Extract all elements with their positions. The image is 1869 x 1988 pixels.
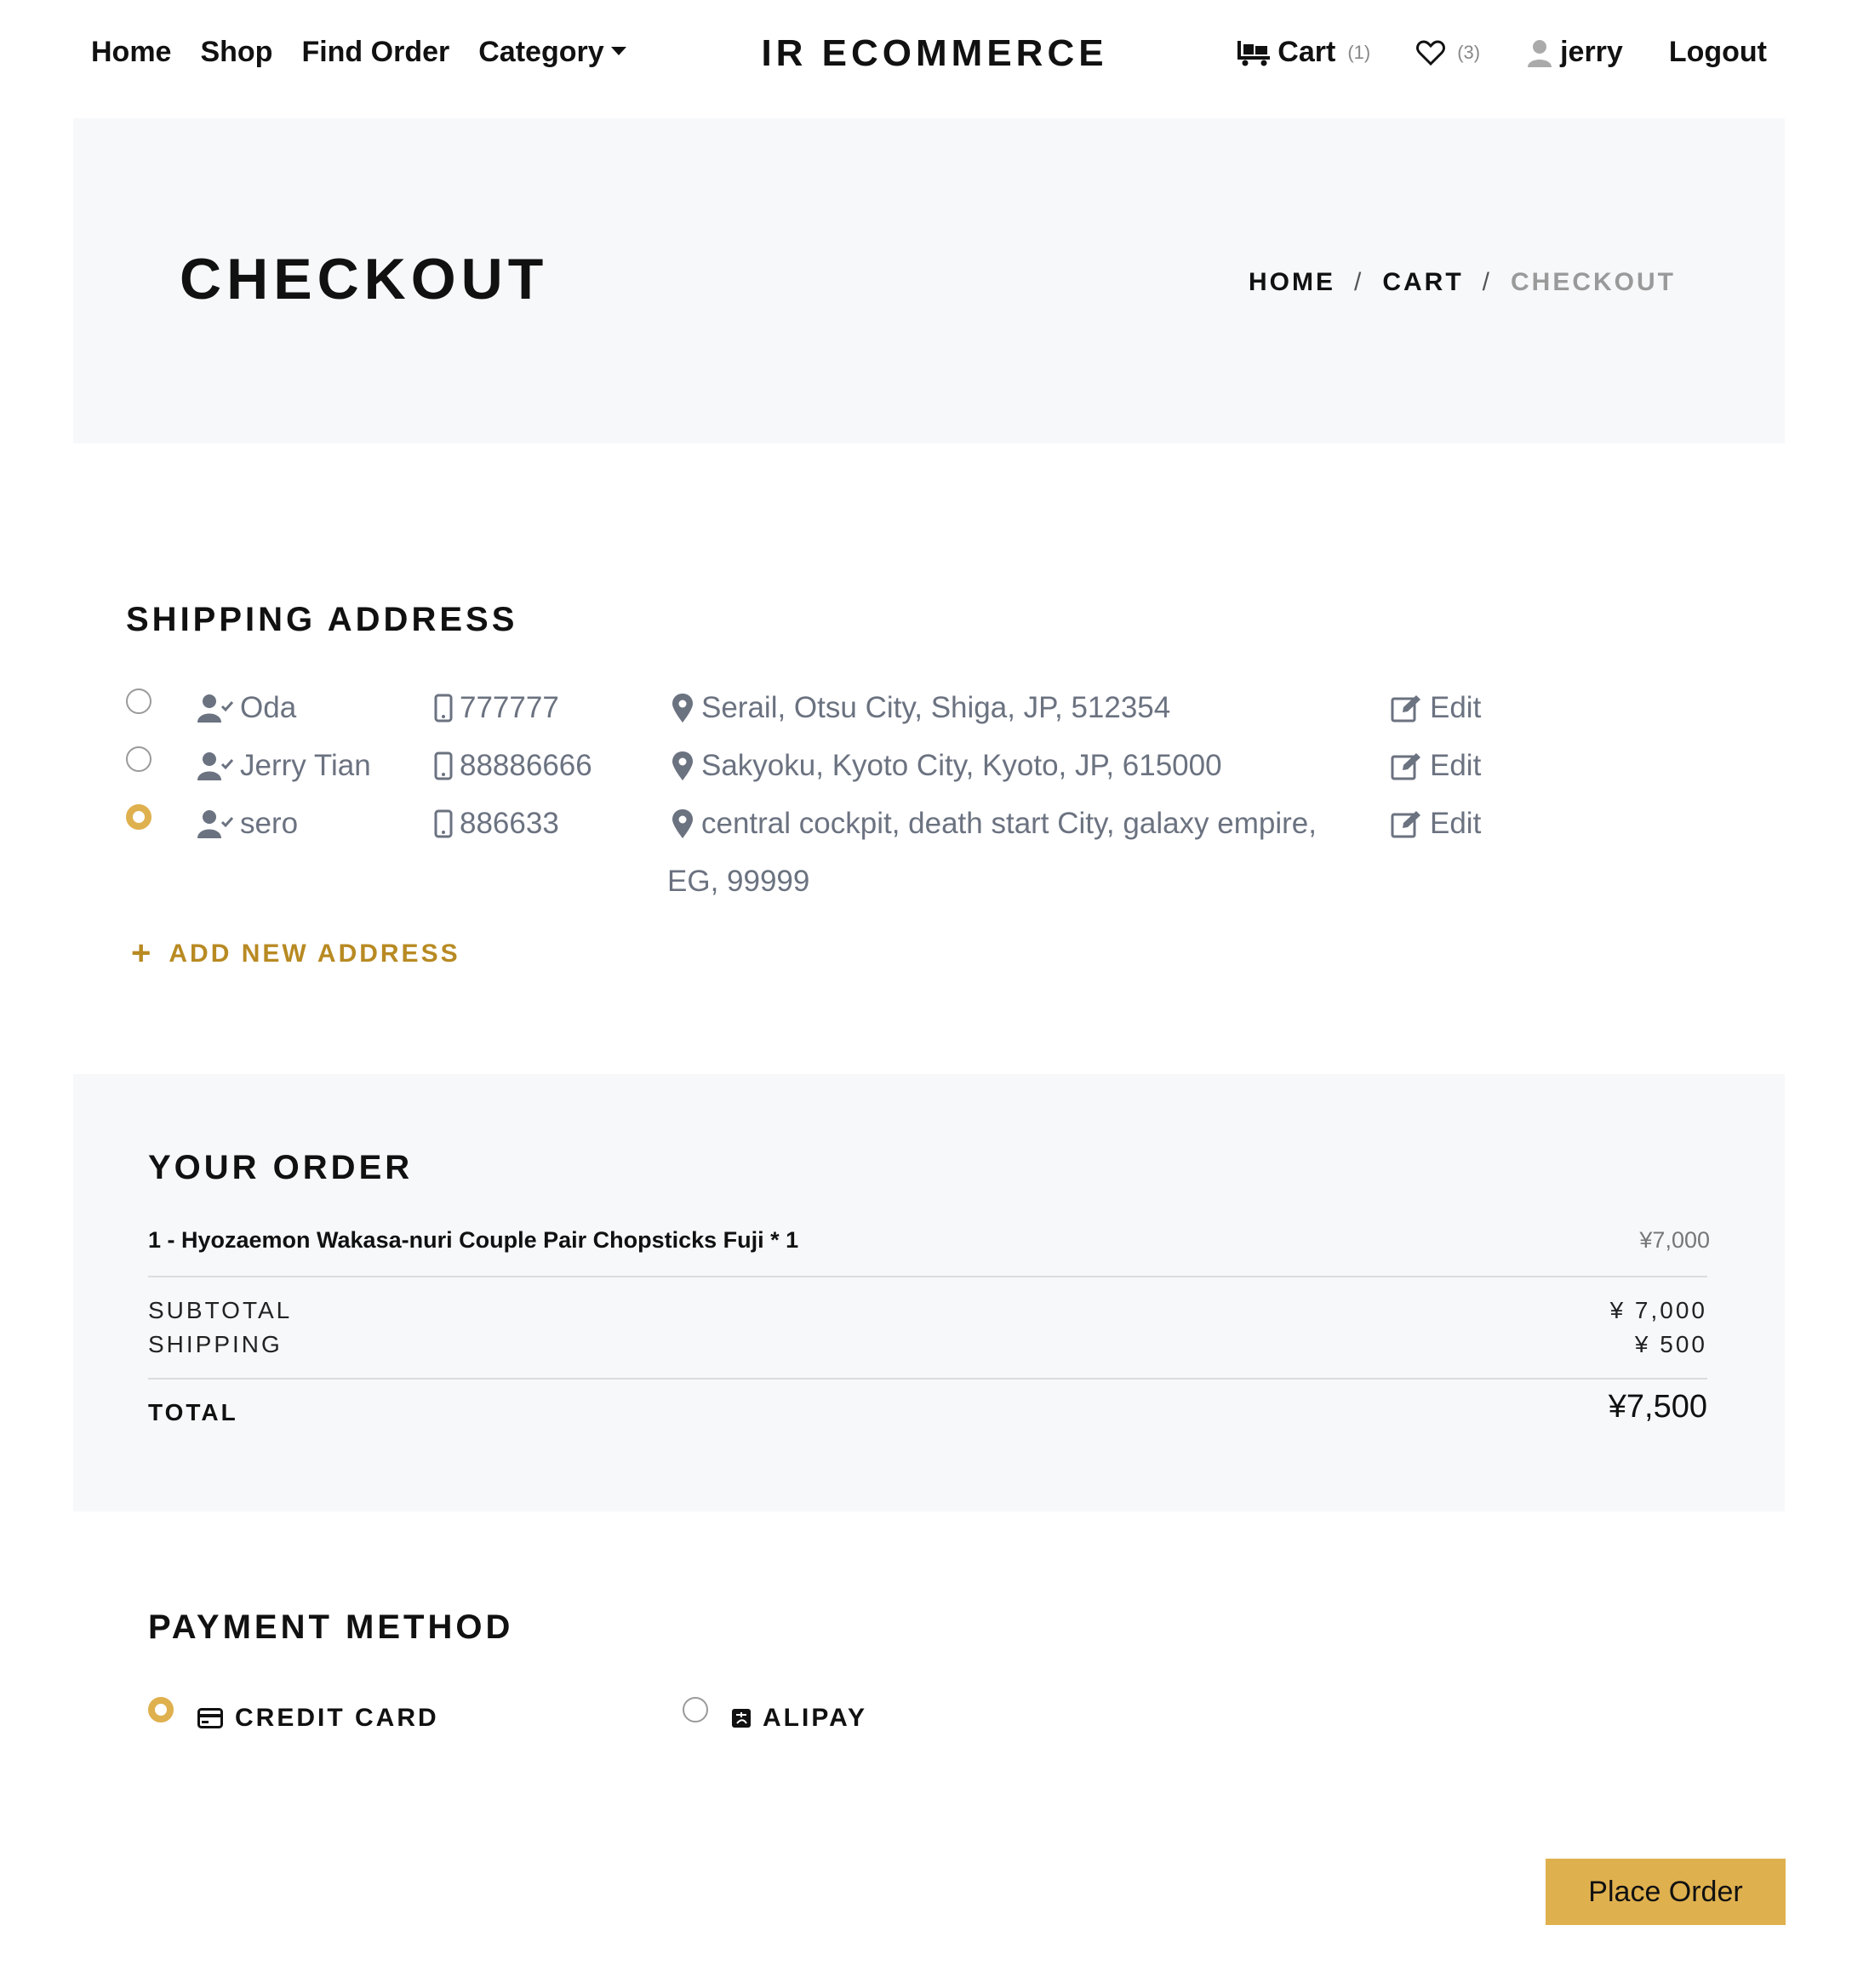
shipping-address-title: SHIPPING ADDRESS xyxy=(126,601,518,638)
address-text: Serail, Otsu City, Shiga, JP, 512354 xyxy=(701,691,1171,724)
page-header: CHECKOUT HOME / CART / CHECKOUT xyxy=(73,118,1785,443)
order-item: 1 - Hyozaemon Wakasa-nuri Couple Pair Ch… xyxy=(148,1227,1710,1254)
address-name: Jerry Tian xyxy=(240,749,371,782)
map-marker-icon xyxy=(672,809,693,838)
address-radio-selected[interactable] xyxy=(126,804,151,830)
user-check-icon xyxy=(197,694,233,723)
cart-count: (1) xyxy=(1347,41,1371,63)
payment-radio-selected[interactable] xyxy=(148,1697,174,1722)
address-text-continued: EG, 99999 xyxy=(667,865,810,898)
edit-label: Edit xyxy=(1430,749,1482,782)
map-marker-icon xyxy=(672,694,693,723)
wishlist-link[interactable]: (3) xyxy=(1416,39,1481,66)
address-name: sero xyxy=(240,807,299,840)
payment-radio[interactable] xyxy=(683,1697,708,1722)
breadcrumb-current: CHECKOUT xyxy=(1511,268,1676,296)
edit-label: Edit xyxy=(1430,807,1482,840)
total-value: ¥7,500 xyxy=(1608,1389,1707,1425)
address-name: Oda xyxy=(240,691,297,724)
edit-label: Edit xyxy=(1430,691,1482,724)
user-menu: Cart (1) (3) jerry Logout xyxy=(1237,36,1767,69)
subtotal-value: ¥ 7,000 xyxy=(1609,1297,1707,1323)
logout-link[interactable]: Logout xyxy=(1669,36,1767,69)
your-order-title: YOUR ORDER xyxy=(148,1149,414,1186)
total-row: TOTAL ¥7,500 xyxy=(148,1389,1707,1426)
payment-option-alipay[interactable]: ALIPAY xyxy=(683,1697,868,1733)
wishlist-count: (3) xyxy=(1457,41,1481,63)
mobile-phone-icon xyxy=(434,694,453,723)
breadcrumb-separator: / xyxy=(1482,268,1492,296)
heart-icon xyxy=(1416,39,1446,66)
alipay-icon xyxy=(732,1709,751,1728)
subtotal-label: SUBTOTAL xyxy=(148,1297,293,1323)
address-text: central cockpit, death start City, galax… xyxy=(701,807,1317,840)
cart-label: Cart xyxy=(1277,36,1336,68)
breadcrumb-separator: / xyxy=(1353,268,1364,296)
top-navbar: Home Shop Find Order Category IR ECOMMER… xyxy=(0,0,1869,111)
edit-address-button[interactable]: Edit xyxy=(1391,807,1481,841)
breadcrumb: HOME / CART / CHECKOUT xyxy=(1249,268,1676,297)
mobile-phone-icon xyxy=(434,751,453,780)
username: jerry xyxy=(1560,36,1623,68)
cart-link[interactable]: Cart (1) xyxy=(1237,36,1370,69)
address-phone: 88886666 xyxy=(460,749,592,782)
map-marker-icon xyxy=(672,751,693,780)
user-check-icon xyxy=(197,810,233,838)
order-summary: YOUR ORDER 1 - Hyozaemon Wakasa-nuri Cou… xyxy=(73,1074,1785,1511)
credit-card-icon xyxy=(197,1708,223,1728)
edit-address-button[interactable]: Edit xyxy=(1391,691,1481,725)
address-phone: 777777 xyxy=(460,691,559,724)
add-new-address-label: ADD NEW ADDRESS xyxy=(169,939,460,968)
payment-option-credit-card[interactable]: CREDIT CARD xyxy=(148,1697,439,1733)
edit-icon xyxy=(1391,695,1420,723)
edit-icon xyxy=(1391,753,1420,780)
total-label: TOTAL xyxy=(148,1399,238,1425)
mobile-phone-icon xyxy=(434,809,453,838)
order-item-name: 1 - Hyozaemon Wakasa-nuri Couple Pair Ch… xyxy=(148,1227,799,1253)
address-phone: 886633 xyxy=(460,807,559,840)
divider xyxy=(148,1276,1707,1277)
cart-icon xyxy=(1237,40,1271,66)
plus-icon: + xyxy=(131,934,154,972)
payment-method-title: PAYMENT METHOD xyxy=(148,1608,514,1646)
user-icon xyxy=(1528,39,1552,67)
account-link[interactable]: jerry xyxy=(1526,36,1623,69)
subtotal-row: SUBTOTAL ¥ 7,000 xyxy=(148,1297,1707,1324)
breadcrumb-home[interactable]: HOME xyxy=(1249,268,1335,297)
add-new-address-button[interactable]: + ADD NEW ADDRESS xyxy=(131,934,460,973)
address-text: Sakyoku, Kyoto City, Kyoto, JP, 615000 xyxy=(701,749,1222,782)
address-radio[interactable] xyxy=(126,688,151,714)
place-order-button[interactable]: Place Order xyxy=(1546,1859,1786,1925)
shipping-row: SHIPPING ¥ 500 xyxy=(148,1331,1707,1358)
user-check-icon xyxy=(197,752,233,780)
order-item-price: ¥7,000 xyxy=(1639,1227,1710,1253)
edit-icon xyxy=(1391,811,1420,838)
address-radio[interactable] xyxy=(126,746,151,772)
shipping-value: ¥ 500 xyxy=(1634,1331,1707,1357)
edit-address-button[interactable]: Edit xyxy=(1391,749,1481,783)
shipping-label: SHIPPING xyxy=(148,1331,283,1357)
credit-card-label: CREDIT CARD xyxy=(235,1704,439,1732)
divider xyxy=(148,1378,1707,1380)
alipay-label: ALIPAY xyxy=(763,1704,868,1732)
breadcrumb-cart[interactable]: CART xyxy=(1382,268,1463,297)
page-title: CHECKOUT xyxy=(180,247,549,311)
